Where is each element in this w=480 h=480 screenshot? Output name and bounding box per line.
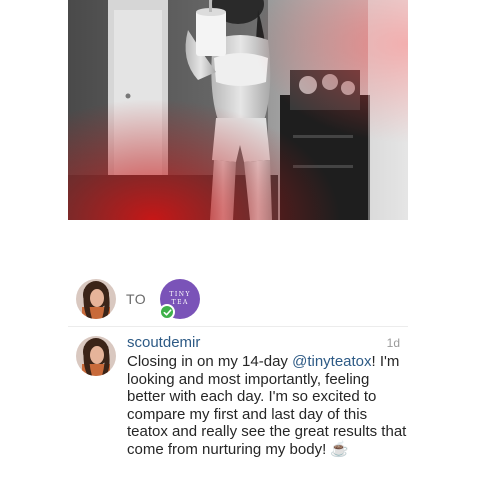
mention-link[interactable]: @tinyteatox	[292, 353, 371, 370]
commenter-avatar-image	[76, 336, 116, 376]
instagram-post: TO TINY TEA scoutdemir Closing in on my …	[0, 0, 480, 480]
divider	[68, 326, 408, 327]
to-label: TO	[126, 291, 147, 307]
post-photo-image	[68, 0, 408, 220]
comment-text: Closing in on my 14-day @tinyteatox! I'm…	[127, 353, 407, 458]
commenter-avatar[interactable]	[76, 336, 116, 376]
poster-avatar-image	[76, 279, 116, 319]
attribution-row: TO TINY TEA	[76, 277, 201, 321]
comment-timestamp: 1d	[386, 336, 400, 350]
post-photo[interactable]	[68, 0, 408, 220]
poster-avatar[interactable]	[76, 279, 116, 319]
brand-logo-line1: TINY	[169, 291, 191, 298]
brand-avatar[interactable]: TINY TEA	[159, 279, 201, 320]
comment-username[interactable]: scoutdemir	[127, 334, 407, 352]
brand-logo-line2: TEA	[171, 299, 189, 306]
comment-body: scoutdemir Closing in on my 14-day @tiny…	[127, 334, 407, 458]
comment-text-start: Closing in on my 14-day	[127, 353, 293, 370]
